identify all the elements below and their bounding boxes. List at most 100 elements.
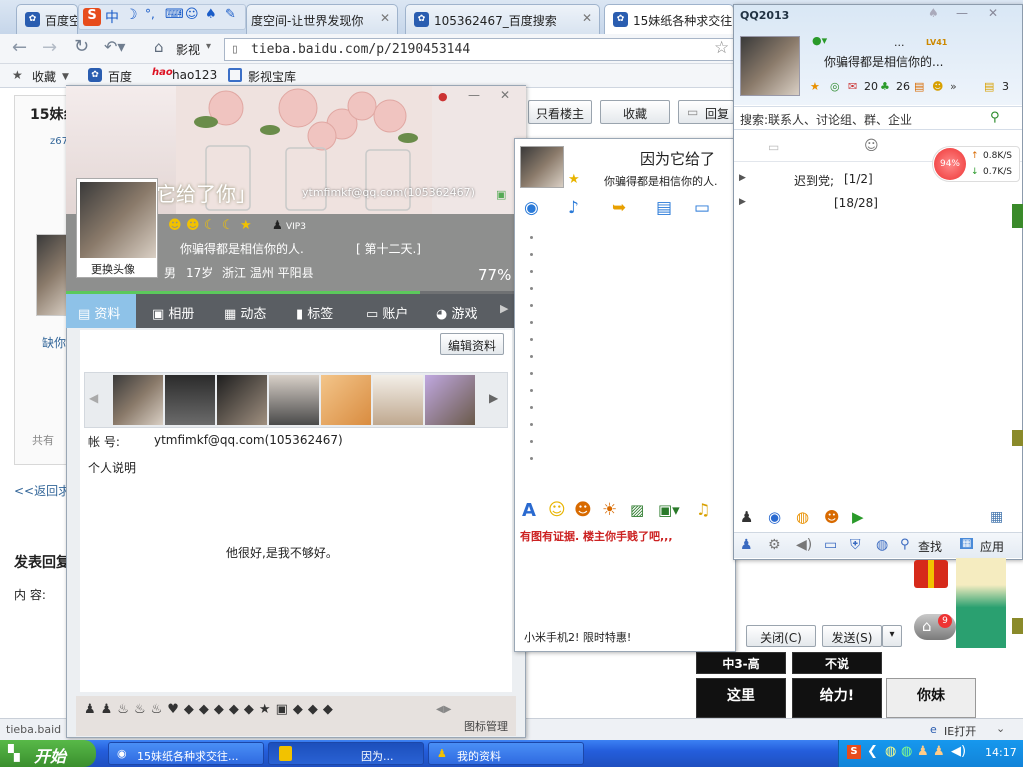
icon-manage-link[interactable]: 图标管理 — [464, 718, 508, 734]
tab-album[interactable]: ▣ 相册 — [146, 294, 214, 328]
search-icon[interactable]: ◍ — [876, 537, 888, 553]
address-bar[interactable]: ▯ tieba.baidu.com/p/2190453144 — [224, 38, 734, 61]
minimize-icon[interactable]: — — [468, 88, 480, 102]
chevron-down-icon[interactable]: ▼ — [62, 72, 69, 82]
microphone-icon[interactable]: ♪ — [568, 198, 579, 218]
skin-icon[interactable]: ● — [438, 90, 448, 103]
tab-feed[interactable]: ▦ 动态 — [218, 294, 286, 328]
character-avatar-icon[interactable] — [956, 558, 1006, 648]
wrench-icon[interactable]: ✎ — [225, 7, 236, 22]
back-arrow-icon[interactable]: ← — [12, 37, 27, 58]
screen-share-icon[interactable]: ▭ — [694, 198, 710, 218]
only-lz-button[interactable]: 只看楼主 — [528, 100, 592, 124]
gift-icon[interactable] — [914, 560, 948, 588]
side-widget[interactable] — [1012, 204, 1023, 228]
online-status-icon[interactable]: ●▾ — [812, 34, 827, 47]
pet-icon[interactable]: ☻ — [932, 80, 943, 93]
photo-thumbnail[interactable] — [321, 375, 371, 425]
folder-icon[interactable]: ▭ — [824, 537, 837, 553]
chevron-down-icon[interactable]: ⌄ — [996, 722, 1005, 735]
minimize-icon[interactable]: — — [956, 6, 968, 20]
penguin-icon[interactable]: ♟ — [933, 744, 945, 759]
meme-image[interactable]: 给力! — [792, 678, 882, 718]
qzone-icon[interactable]: ◉ — [768, 508, 781, 526]
speaker-icon[interactable]: ◀) — [796, 537, 812, 553]
photo-thumbnail[interactable] — [217, 375, 267, 425]
side-widget[interactable] — [1012, 430, 1023, 446]
keyboard-icon[interactable]: ⌨ — [165, 7, 184, 22]
music-icon[interactable]: ◍ — [796, 508, 809, 526]
tab-info[interactable]: ▤ 资料 — [66, 294, 136, 328]
volume-icon[interactable]: ◀) — [951, 744, 966, 759]
contact-group[interactable]: ▶ [18/28] — [734, 194, 930, 214]
profile-avatar-frame[interactable]: 更换头像 — [76, 178, 158, 278]
settings-gear-icon[interactable]: ⚙ — [768, 537, 781, 553]
home-icon[interactable]: ⌂ 9 — [914, 614, 956, 640]
video-icon[interactable]: ▶ — [852, 508, 864, 526]
qq-search-bar[interactable]: 搜索:联系人、讨论组、群、企业 ⚲ — [734, 106, 1022, 130]
post-side-text[interactable]: 缺你 — [42, 334, 66, 351]
shirt-icon[interactable]: ♠ — [205, 7, 217, 22]
main-menu-icon[interactable]: ♟ — [740, 537, 753, 553]
browser-tab[interactable]: 度空间-让世界发现你 ✕ — [246, 4, 398, 34]
avatar[interactable] — [520, 146, 564, 188]
sogou-icon[interactable]: S — [83, 8, 101, 26]
search-icon[interactable]: ⚲ — [990, 110, 1000, 125]
meme-image[interactable]: 这里 — [696, 678, 786, 718]
close-icon[interactable]: ✕ — [380, 11, 390, 25]
qq-signature[interactable]: 你骗得都是相信你的... — [824, 53, 943, 70]
music-icon[interactable]: ♫ — [696, 500, 710, 519]
skin-icon[interactable]: ♠ — [928, 6, 939, 20]
contacts-icon[interactable]: ☺ — [864, 138, 879, 154]
pet-icon[interactable]: ☻ — [824, 508, 840, 526]
webcam-icon[interactable]: ◉ — [524, 198, 539, 218]
font-icon[interactable]: A — [522, 500, 536, 521]
meme-image[interactable]: 不说 — [792, 652, 882, 674]
avatar[interactable] — [740, 36, 800, 96]
apps-button[interactable]: 应用 — [980, 538, 1004, 555]
star-icon[interactable]: ★ — [810, 80, 820, 93]
speed-meter[interactable]: 94% ↑ 0.8K/S ↓ 0.7K/S — [932, 146, 1020, 182]
refresh-icon[interactable]: ↻ — [74, 36, 89, 57]
cart-icon[interactable]: ▤ — [914, 80, 924, 93]
chinese-input-icon[interactable]: 中 — [105, 7, 119, 27]
meme-image[interactable]: 中3-高 — [696, 652, 786, 674]
chevron-left-icon[interactable]: ◀▶ — [436, 704, 451, 715]
tray-app-icon[interactable]: ◍ — [885, 744, 896, 759]
sogou-icon[interactable]: S — [847, 745, 861, 759]
taskbar-item[interactable]: ♟ 我的资料 — [428, 742, 584, 765]
coin-icon[interactable]: ▤ — [984, 80, 994, 93]
app-grid-icon[interactable]: ▦ — [990, 509, 1003, 525]
change-avatar-button[interactable]: 更换头像 — [91, 261, 135, 277]
tab-account[interactable]: ▭ 账户 — [360, 294, 428, 328]
tray-app-icon[interactable]: ◍ — [901, 744, 912, 759]
card-icon[interactable]: ▣ — [496, 188, 506, 201]
search-icon[interactable]: ◎ — [830, 80, 840, 93]
browser-tab-active[interactable]: ✿ 15妹纸各种求交往叫 — [604, 4, 734, 34]
send-button[interactable]: 发送(S) — [822, 625, 882, 647]
star-icon[interactable]: ☆ — [714, 38, 729, 58]
meme-image[interactable]: 你妹 — [886, 678, 976, 718]
penguin-icon[interactable]: ♟ — [917, 744, 929, 759]
shake-icon[interactable]: ☀ — [602, 500, 617, 520]
taskbar-item-active[interactable]: 因为... — [268, 742, 424, 765]
chevron-right-icon[interactable]: ▶ — [500, 302, 508, 315]
edit-profile-button[interactable]: 编辑资料 — [440, 333, 504, 355]
punctuation-icon[interactable]: °, — [145, 7, 155, 21]
close-icon[interactable]: ✕ — [582, 11, 592, 25]
moon-icon[interactable]: ☽ — [125, 7, 138, 23]
invite-icon[interactable]: ▤ — [656, 198, 672, 218]
favorite-button[interactable]: 收藏 — [600, 100, 670, 124]
emoji-icon[interactable]: ☺ — [548, 500, 566, 520]
clover-icon[interactable]: ♣ — [880, 80, 890, 93]
tray-arrow-icon[interactable]: ❮ — [867, 744, 878, 759]
photo-thumbnail[interactable] — [269, 375, 319, 425]
bookmark-favorites[interactable]: 收藏 — [32, 68, 56, 85]
image-icon[interactable]: ▣▾ — [658, 501, 680, 519]
avatar[interactable] — [36, 234, 70, 316]
more-icon[interactable]: » — [950, 80, 957, 93]
shield-icon[interactable]: ⛨ — [850, 537, 861, 553]
recent-chats-icon[interactable]: ▭ — [768, 140, 779, 154]
mail-icon[interactable]: ✉ — [848, 80, 857, 93]
send-options-button[interactable]: ▾ — [882, 625, 902, 647]
